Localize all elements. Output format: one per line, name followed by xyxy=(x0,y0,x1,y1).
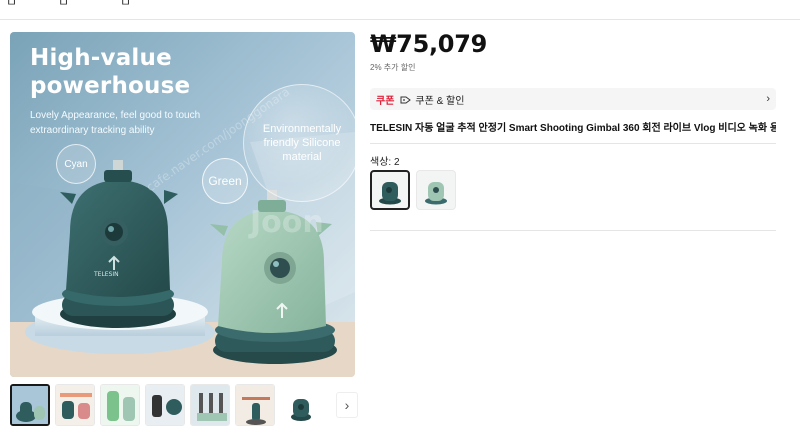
thumbnail[interactable] xyxy=(55,384,95,426)
thumbnail[interactable] xyxy=(280,384,320,426)
color-swatch-dark-green[interactable] xyxy=(370,170,410,210)
thumbnail[interactable] xyxy=(10,384,50,426)
top-navigation-strip: ㅁ ㅁ ㅁ xyxy=(0,0,800,20)
divider xyxy=(370,230,776,231)
thumbnail[interactable] xyxy=(145,384,185,426)
hero-subtitle: Lovely Appearance, feel good to touch ex… xyxy=(30,110,201,136)
thumbnail[interactable] xyxy=(190,384,230,426)
color-option-label: 색상: 2 xyxy=(370,157,400,168)
coupon-tag: 쿠폰 xyxy=(376,95,395,107)
ticket-icon xyxy=(400,94,412,105)
coupon-bar[interactable]: 쿠폰 쿠폰 & 할인 › xyxy=(370,88,776,110)
top-nav-item[interactable]: ㅁ xyxy=(6,0,17,10)
cyan-color-bubble: Cyan xyxy=(56,144,96,184)
green-color-bubble: Green xyxy=(202,158,248,204)
chevron-right-icon: › xyxy=(766,93,770,105)
top-nav-item[interactable]: ㅁ xyxy=(120,0,131,10)
product-title: TELESIN 자동 얼굴 추적 안정기 Smart Shooting Gimb… xyxy=(370,123,776,134)
feature-bubble: Environmentally friendly Silicone materi… xyxy=(243,84,355,202)
thumbnail[interactable] xyxy=(235,384,275,426)
color-swatch-light-green[interactable] xyxy=(416,170,456,210)
thumbnail-strip: › xyxy=(10,384,358,428)
top-nav-item[interactable]: ㅁ xyxy=(58,0,69,10)
coupon-text: 쿠폰 & 할인 xyxy=(415,95,465,107)
brand-logo: TELESIN xyxy=(93,271,119,278)
hero-title: High-value powerhouse xyxy=(30,45,191,99)
divider xyxy=(370,143,776,144)
hero-text-block: High-value powerhouse Lovely Appearance,… xyxy=(30,44,200,138)
discount-note: 2% 추가 할인 xyxy=(370,63,416,72)
main-product-image[interactable]: TELESIN cafe.naver.com/joonggonara Joon … xyxy=(10,32,355,377)
product-info-panel: ₩75,079 2% 추가 할인 쿠폰 쿠폰 & 할인 › TELESIN 자동… xyxy=(370,30,776,231)
price: ₩75,079 xyxy=(370,30,487,58)
thumbnail[interactable] xyxy=(100,384,140,426)
watermark-logo: Joon xyxy=(248,205,324,240)
chevron-right-icon[interactable]: › xyxy=(336,392,358,418)
